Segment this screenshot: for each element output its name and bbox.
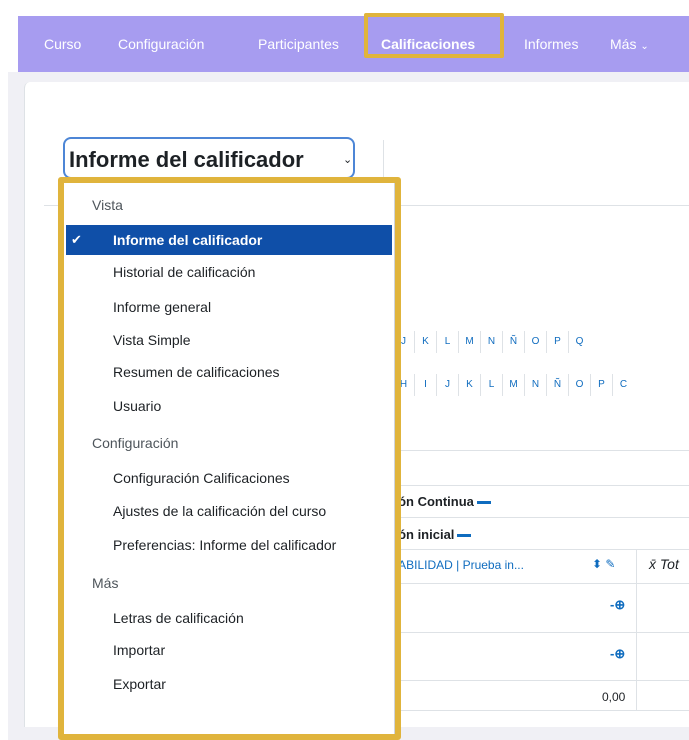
expand-zoom-icon[interactable]: -⊕: [610, 597, 625, 613]
letter-filter-item[interactable]: Q: [568, 331, 590, 353]
menu-item-informe-general[interactable]: Informe general: [113, 299, 211, 315]
menu-item-configuracion-calificaciones[interactable]: Configuración Calificaciones: [113, 470, 290, 486]
letter-filter-item[interactable]: J: [392, 331, 414, 353]
table-line: [400, 517, 689, 518]
column-divider: [636, 550, 637, 710]
menu-item-informe-calificador[interactable]: ✔ Informe del calificador: [66, 225, 392, 255]
table-line: [400, 583, 689, 584]
nav-item-mas-label: Más: [610, 36, 637, 52]
firstname-letter-filter: IJKLMNÑOPQ: [370, 331, 590, 353]
letter-filter-item[interactable]: H: [392, 374, 414, 396]
table-line: [400, 680, 689, 681]
page-top-area: [0, 0, 689, 16]
menu-heading-mas: Más: [92, 575, 119, 591]
letter-filter-item[interactable]: N: [524, 374, 546, 396]
total-column-header: x̄ Tot: [649, 556, 679, 572]
menu-item-preferencias[interactable]: Preferencias: Informe del calificador: [113, 537, 336, 553]
letter-filter-item[interactable]: Ñ: [502, 331, 524, 353]
letter-filter-item[interactable]: C: [612, 374, 634, 396]
table-line: [400, 710, 689, 711]
letter-filter-item[interactable]: I: [414, 374, 436, 396]
menu-item-letras[interactable]: Letras de calificación: [113, 610, 244, 626]
sort-icon[interactable]: ⬍: [592, 557, 602, 571]
letter-filter-item[interactable]: P: [590, 374, 612, 396]
collapse-icon[interactable]: [457, 534, 472, 538]
letter-filter-item[interactable]: P: [546, 331, 568, 353]
nav-item-informes[interactable]: Informes: [524, 36, 578, 52]
nav-item-curso[interactable]: Curso: [44, 36, 81, 52]
menu-item-usuario[interactable]: Usuario: [113, 398, 161, 414]
letter-filter-item[interactable]: Ñ: [546, 374, 568, 396]
menu-item-label: Informe del calificador: [113, 232, 263, 248]
menu-heading-vista: Vista: [92, 197, 123, 213]
grade-item-header[interactable]: NTABILIDAD | Prueba in...: [383, 558, 524, 572]
nav-item-configuracion[interactable]: Configuración: [118, 36, 204, 52]
total-column-label: Tot: [659, 556, 679, 572]
expand-zoom-icon[interactable]: -⊕: [610, 646, 625, 662]
lastname-letter-filter: HIJKLMNÑOPC: [392, 374, 634, 396]
chevron-down-icon: ⌄: [343, 154, 353, 166]
menu-item-ajustes-curso[interactable]: Ajustes de la calificación del curso: [113, 503, 326, 519]
letter-filter-item[interactable]: O: [524, 331, 546, 353]
menu-item-vista-simple[interactable]: Vista Simple: [113, 332, 191, 348]
letter-filter-item[interactable]: M: [502, 374, 524, 396]
report-selector-label: Informe del calificador: [69, 147, 304, 172]
collapse-icon[interactable]: [476, 501, 491, 505]
letter-filter-item[interactable]: L: [480, 374, 502, 396]
table-line: [400, 485, 689, 486]
letter-filter-item[interactable]: N: [480, 331, 502, 353]
nav-item-calificaciones[interactable]: Calificaciones: [381, 36, 475, 52]
letter-filter-item[interactable]: O: [568, 374, 590, 396]
menu-heading-configuracion: Configuración: [92, 435, 179, 451]
checkmark-icon: ✔: [71, 232, 82, 247]
letter-filter-item[interactable]: J: [436, 374, 458, 396]
menu-item-importar[interactable]: Importar: [113, 642, 165, 658]
table-line: [400, 450, 689, 451]
menu-item-resumen[interactable]: Resumen de calificaciones: [113, 364, 280, 380]
letter-filter-item[interactable]: K: [414, 331, 436, 353]
grade-item-actions: ⬍ ✎: [592, 557, 615, 571]
category-row: ación Continua: [380, 494, 491, 509]
mean-icon: x̄: [649, 556, 656, 572]
table-line: [400, 549, 689, 550]
report-selector[interactable]: Informe del calificador ⌄: [63, 137, 355, 179]
letter-filter-item[interactable]: K: [458, 374, 480, 396]
course-nav-bar: Curso Configuración Participantes Califi…: [18, 13, 689, 72]
letter-filter-item[interactable]: M: [458, 331, 480, 353]
total-value: 0,00: [602, 690, 626, 704]
nav-item-participantes[interactable]: Participantes: [258, 36, 339, 52]
table-line: [400, 632, 689, 633]
letter-filter-item[interactable]: L: [436, 331, 458, 353]
header-divider: [383, 140, 384, 182]
menu-item-historial[interactable]: Historial de calificación: [113, 264, 255, 280]
chevron-down-icon: ⌄: [640, 41, 649, 52]
nav-item-mas[interactable]: Más ⌄: [610, 36, 649, 52]
menu-item-exportar[interactable]: Exportar: [113, 676, 166, 692]
edit-pencil-icon[interactable]: ✎: [605, 557, 615, 571]
